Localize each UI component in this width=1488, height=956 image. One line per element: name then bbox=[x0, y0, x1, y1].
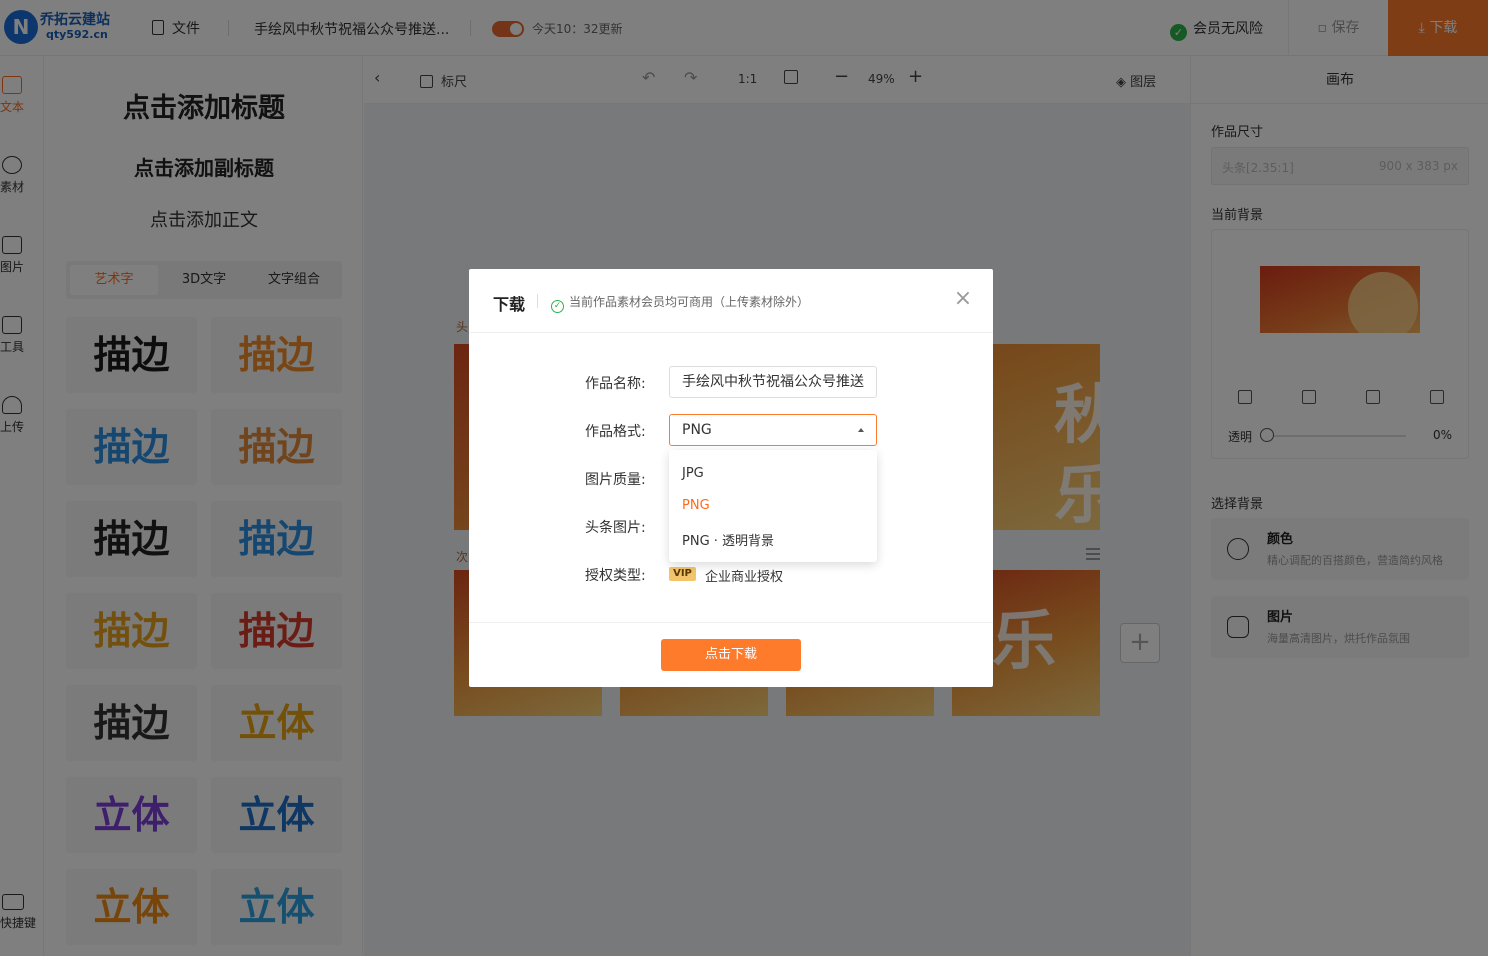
confirm-download-button[interactable]: 点击下载 bbox=[661, 639, 801, 671]
divider bbox=[469, 622, 993, 623]
format-selected-value: PNG bbox=[682, 422, 712, 438]
commercial-notice: ✓ 当前作品素材会员均可商用（上传素材除外） bbox=[551, 293, 809, 313]
vip-badge: VIP bbox=[669, 567, 696, 581]
download-dialog: 下载 ✓ 当前作品素材会员均可商用（上传素材除外） × 作品名称: 手绘风中秋节祝… bbox=[469, 269, 993, 687]
work-name-input[interactable]: 手绘风中秋节祝福公众号推送 bbox=[669, 366, 877, 398]
name-label: 作品名称: bbox=[585, 376, 646, 392]
license-label: 授权类型: bbox=[585, 568, 646, 584]
close-icon[interactable]: × bbox=[953, 288, 973, 310]
check-circle-icon: ✓ bbox=[551, 300, 564, 313]
format-label: 作品格式: bbox=[585, 424, 646, 440]
license-value: 企业商业授权 bbox=[705, 570, 784, 585]
format-option-png[interactable]: PNG bbox=[682, 498, 710, 513]
format-select[interactable]: PNG bbox=[669, 414, 877, 446]
quality-label: 图片质量: bbox=[585, 472, 646, 488]
divider bbox=[537, 294, 538, 308]
format-option-png-transparent[interactable]: PNG · 透明背景 bbox=[682, 530, 774, 549]
format-option-jpg[interactable]: JPG bbox=[682, 466, 704, 481]
caret-up-icon bbox=[858, 428, 864, 432]
dialog-header: 下载 ✓ 当前作品素材会员均可商用（上传素材除外） × bbox=[469, 269, 993, 333]
cover-label: 头条图片: bbox=[585, 520, 646, 536]
dialog-title: 下载 bbox=[493, 295, 526, 314]
format-dropdown: JPG PNG PNG · 透明背景 bbox=[669, 450, 877, 562]
notice-text: 当前作品素材会员均可商用（上传素材除外） bbox=[569, 295, 810, 309]
